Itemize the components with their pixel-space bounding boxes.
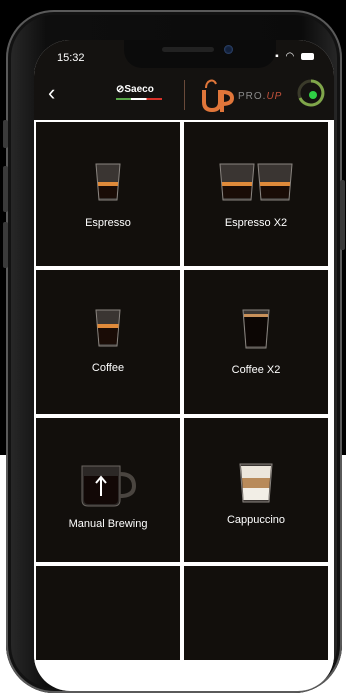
battery-icon — [301, 52, 314, 60]
drink-label: Espresso X2 — [224, 217, 288, 229]
product-suffix: UP — [266, 91, 283, 102]
back-button[interactable]: ‹ — [48, 82, 55, 104]
drink-grid: Espresso Espresso X2 Coffee Coffee X2 Ma… — [34, 120, 334, 691]
header-divider — [184, 80, 185, 110]
product-prefix: PRO. — [238, 91, 267, 102]
drink-tile-espresso[interactable]: Espresso — [36, 122, 180, 266]
chevron-left-icon: ‹ — [48, 80, 56, 105]
cappuccino-glass-icon — [239, 463, 273, 503]
drink-tile-espresso-x2[interactable]: Espresso X2 — [184, 122, 328, 266]
coffee-glass-icon — [95, 309, 121, 347]
home-indicator-area — [34, 660, 334, 691]
drink-tile-manual-brewing[interactable]: Manual Brewing — [36, 418, 180, 562]
volume-down-button — [3, 222, 8, 268]
italian-flag-stripe — [116, 98, 162, 100]
status-time: 15:32 — [57, 52, 85, 64]
drink-tile-coffee-x2[interactable]: Coffee X2 — [184, 270, 328, 414]
double-coffee-glass-icon — [242, 309, 270, 349]
drink-tile-cappuccino[interactable]: Cappuccino — [184, 418, 328, 562]
drink-label: Cappuccino — [226, 514, 286, 526]
brand-name: Saeco — [124, 84, 154, 95]
product-name: PRO.UP — [238, 91, 282, 102]
espresso-glass-icon — [95, 163, 121, 201]
drink-label: Espresso — [85, 217, 131, 229]
front-camera — [224, 45, 233, 54]
machine-status-indicator[interactable] — [296, 78, 326, 108]
double-espresso-glass-icon — [219, 163, 293, 201]
app-header: ‹ ⊘Saeco PRO.UP — [34, 72, 334, 120]
notch — [124, 40, 276, 68]
drink-label: Coffee — [91, 362, 125, 374]
phone-frame: 15:32 ▪▪ ◠ ‹ ⊘Saeco PRO.UP Espresso Espr… — [3, 10, 345, 693]
power-button — [340, 180, 345, 250]
wifi-icon: ◠ — [285, 51, 297, 62]
drink-tile-coffee[interactable]: Coffee — [36, 270, 180, 414]
up-logo-icon — [202, 79, 234, 113]
status-dot-icon — [309, 91, 317, 99]
drink-label: Coffee X2 — [231, 364, 281, 376]
phone-screen: 15:32 ▪▪ ◠ ‹ ⊘Saeco PRO.UP Espresso Espr… — [34, 40, 334, 691]
manual-brewing-mug-icon — [81, 465, 137, 507]
status-icons: ▪▪ ◠ — [270, 51, 314, 62]
saeco-brand: ⊘Saeco — [116, 84, 154, 95]
mute-switch — [3, 120, 8, 148]
volume-up-button — [3, 166, 8, 212]
speaker-grille — [162, 47, 214, 52]
drink-label: Manual Brewing — [68, 518, 148, 530]
